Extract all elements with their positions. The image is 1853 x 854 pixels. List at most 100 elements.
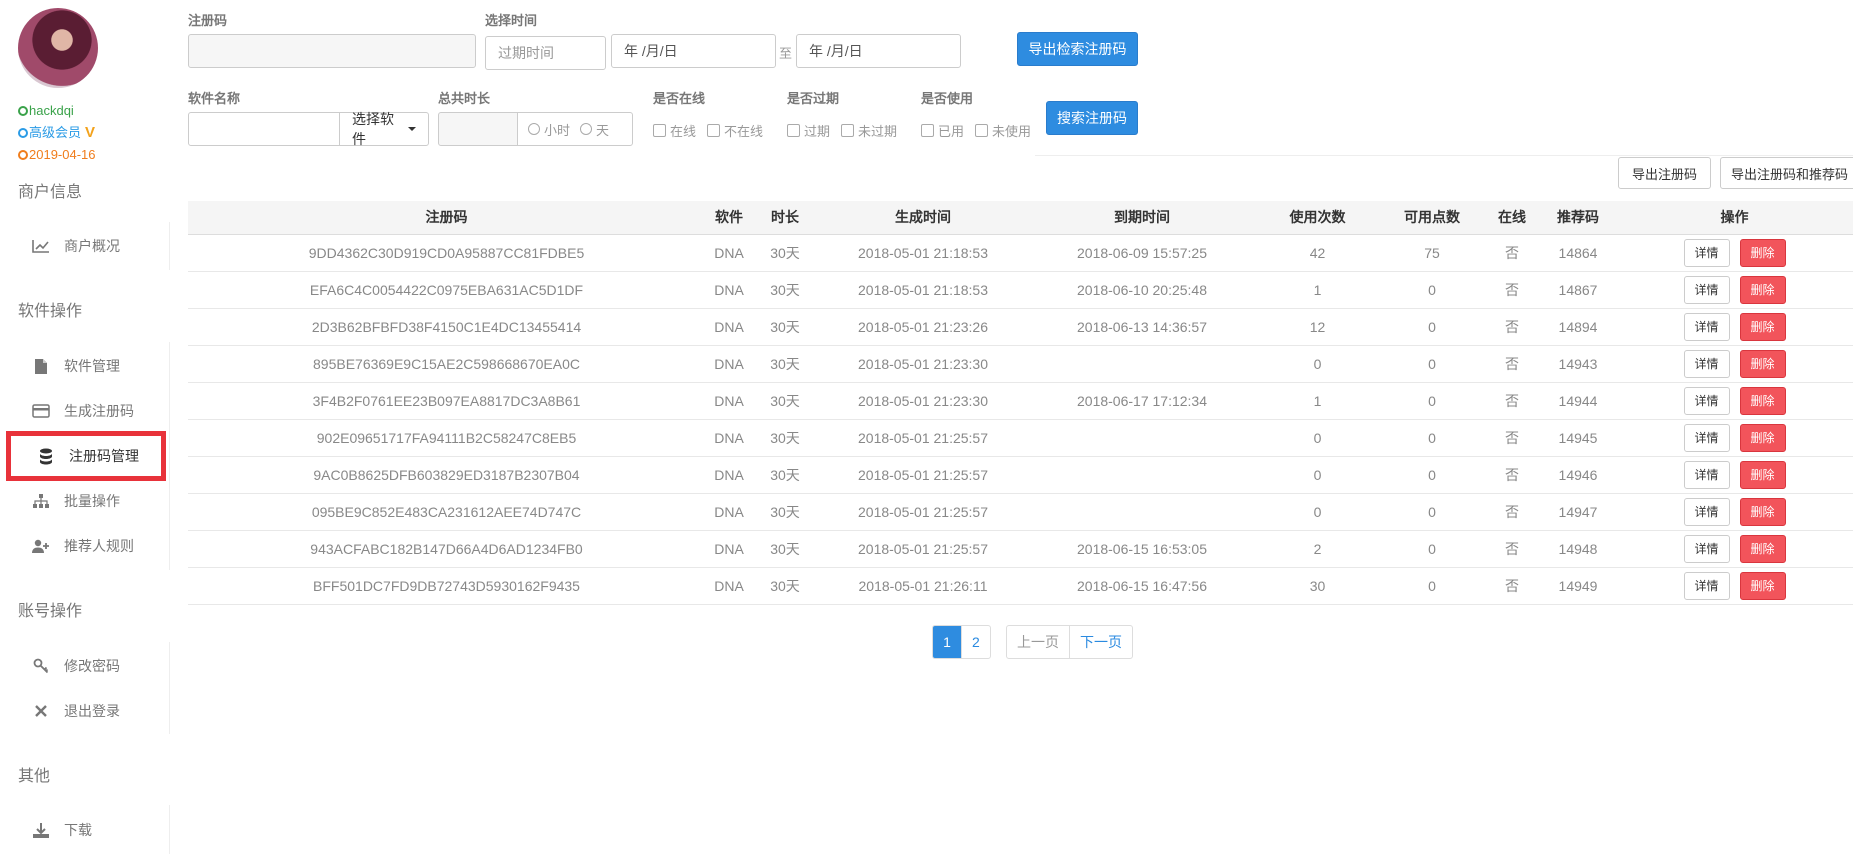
delete-button[interactable]: 删除 — [1739, 423, 1786, 452]
export-search-button[interactable]: 导出检索注册码 — [1017, 32, 1138, 66]
pagination-nav: 上一页 下一页 — [1006, 625, 1133, 659]
detail-button[interactable]: 详情 — [1683, 386, 1730, 415]
nav-group-other: 下载 — [0, 805, 170, 854]
codes-table: 注册码 软件 时长 生成时间 到期时间 使用次数 可用点数 在线 推荐码 操作 … — [188, 201, 1853, 605]
online-no-checkbox[interactable]: 不在线 — [707, 121, 763, 140]
cell-code: 943ACFABC182B147D66A4D6AD1234FB0 — [188, 530, 705, 568]
page-2-button[interactable]: 2 — [961, 626, 990, 658]
expire-time-select[interactable]: 过期时间 — [485, 36, 606, 70]
used-yes-checkbox[interactable]: 已用 — [921, 121, 964, 140]
unit-day-radio[interactable]: 天 — [580, 120, 609, 139]
cell-use-count: 2 — [1255, 530, 1380, 568]
detail-button[interactable]: 详情 — [1683, 534, 1730, 563]
table-row: 095BE9C852E483CA231612AEE74D747C DNA 30天 20… — [188, 493, 1853, 531]
cell-actions: 详情 删除 — [1616, 271, 1853, 309]
nav-group-software: 软件管理 生成注册码 注册码管理 批量操作 推荐人规则 — [0, 342, 170, 570]
prev-page-button[interactable]: 上一页 — [1007, 626, 1069, 658]
delete-button[interactable]: 删除 — [1739, 571, 1786, 600]
delete-button[interactable]: 删除 — [1739, 497, 1786, 526]
col-ref-code: 推荐码 — [1540, 201, 1616, 235]
export-codes-ref-button[interactable]: 导出注册码和推荐码 — [1720, 157, 1853, 189]
detail-button[interactable]: 详情 — [1683, 349, 1730, 378]
cell-actions: 详情 删除 — [1616, 382, 1853, 420]
cell-expire — [1029, 345, 1255, 383]
code-label: 注册码 — [188, 13, 228, 28]
code-input[interactable] — [188, 34, 476, 68]
delete-button[interactable]: 删除 — [1739, 460, 1786, 489]
export-codes-button[interactable]: 导出注册码 — [1618, 157, 1711, 189]
cell-use-count: 0 — [1255, 419, 1380, 457]
cell-duration: 30天 — [753, 456, 817, 494]
cell-ref-code: 14894 — [1540, 308, 1616, 346]
delete-button[interactable]: 删除 — [1739, 312, 1786, 341]
nav-group-merchant: 商户概况 — [0, 222, 170, 270]
delete-button[interactable]: 删除 — [1739, 275, 1786, 304]
software-label: 软件名称 — [188, 91, 241, 106]
page-1-button[interactable]: 1 — [933, 626, 961, 658]
software-input[interactable] — [188, 112, 340, 146]
col-created: 生成时间 — [817, 201, 1029, 235]
detail-button[interactable]: 详情 — [1683, 423, 1730, 452]
cell-use-count: 0 — [1255, 493, 1380, 531]
detail-button[interactable]: 详情 — [1683, 460, 1730, 489]
duration-unit-group: 小时 天 — [517, 112, 633, 146]
cell-created: 2018-05-01 21:25:57 — [817, 419, 1029, 457]
cell-points: 75 — [1380, 234, 1484, 272]
cell-ref-code: 14945 — [1540, 419, 1616, 457]
detail-button[interactable]: 详情 — [1683, 497, 1730, 526]
search-button[interactable]: 搜索注册码 — [1046, 101, 1138, 135]
cell-actions: 详情 删除 — [1616, 493, 1853, 531]
unit-hour-radio[interactable]: 小时 — [528, 120, 570, 139]
delete-button[interactable]: 删除 — [1739, 238, 1786, 267]
cell-points: 0 — [1380, 567, 1484, 605]
detail-button[interactable]: 详情 — [1683, 312, 1730, 341]
cell-online: 否 — [1484, 271, 1540, 309]
delete-button[interactable]: 删除 — [1739, 349, 1786, 378]
sidebar-item-referrer-rules[interactable]: 推荐人规则 — [0, 528, 165, 564]
cell-code: EFA6C4C0054422C0975EBA631AC5D1DF — [188, 271, 705, 309]
detail-button[interactable]: 详情 — [1683, 571, 1730, 600]
online-label: 是否在线 — [653, 91, 706, 106]
date-from-input[interactable]: 年 /月/日 — [611, 34, 776, 68]
col-expire: 到期时间 — [1029, 201, 1255, 235]
sidebar: hackdqi 高级会员 V 2019-04-16 商户信息 商户概况 软件操作 … — [0, 0, 170, 854]
cell-online: 否 — [1484, 308, 1540, 346]
cell-use-count: 1 — [1255, 382, 1380, 420]
cell-online: 否 — [1484, 345, 1540, 383]
cell-software: DNA — [705, 493, 753, 531]
sidebar-item-code-manage[interactable]: 注册码管理 — [6, 431, 166, 481]
next-page-button[interactable]: 下一页 — [1069, 626, 1132, 658]
detail-button[interactable]: 详情 — [1683, 275, 1730, 304]
sidebar-item-change-password[interactable]: 修改密码 — [0, 648, 165, 684]
sidebar-item-logout[interactable]: 退出登录 — [0, 693, 165, 729]
sidebar-item-overview[interactable]: 商户概况 — [0, 228, 165, 264]
cell-code: 2D3B62BFBFD38F4150C1E4DC13455414 — [188, 308, 705, 346]
used-label: 是否使用 — [921, 91, 974, 106]
sidebar-item-download[interactable]: 下载 — [0, 812, 165, 848]
cell-created: 2018-05-01 21:26:11 — [817, 567, 1029, 605]
date-to-input[interactable]: 年 /月/日 — [796, 34, 961, 68]
cell-online: 否 — [1484, 567, 1540, 605]
cell-created: 2018-05-01 21:18:53 — [817, 271, 1029, 309]
duration-label: 总共时长 — [438, 91, 491, 106]
cell-code: 9DD4362C30D919CD0A95887CC81FDBE5 — [188, 234, 705, 272]
duration-input[interactable] — [438, 112, 518, 146]
detail-button[interactable]: 详情 — [1683, 238, 1730, 267]
delete-button[interactable]: 删除 — [1739, 534, 1786, 563]
user-plus-icon — [32, 537, 50, 555]
cell-software: DNA — [705, 271, 753, 309]
sidebar-item-generate-code[interactable]: 生成注册码 — [0, 393, 165, 429]
used-no-checkbox[interactable]: 未使用 — [975, 121, 1031, 140]
select-software-button[interactable]: 选择软件 — [339, 111, 429, 147]
delete-button[interactable]: 删除 — [1739, 386, 1786, 415]
expired-yes-checkbox[interactable]: 过期 — [787, 121, 830, 140]
expired-no-checkbox[interactable]: 未过期 — [841, 121, 897, 140]
sidebar-item-batch[interactable]: 批量操作 — [0, 483, 165, 519]
online-yes-checkbox[interactable]: 在线 — [653, 121, 696, 140]
cell-code: 902E09651717FA94111B2C58247C8EB5 — [188, 419, 705, 457]
cell-expire: 2018-06-09 15:57:25 — [1029, 234, 1255, 272]
table-row: 902E09651717FA94111B2C58247C8EB5 DNA 30天 20… — [188, 419, 1853, 457]
cell-ref-code: 14949 — [1540, 567, 1616, 605]
sidebar-item-software-manage[interactable]: 软件管理 — [0, 348, 165, 384]
col-code: 注册码 — [188, 201, 705, 235]
